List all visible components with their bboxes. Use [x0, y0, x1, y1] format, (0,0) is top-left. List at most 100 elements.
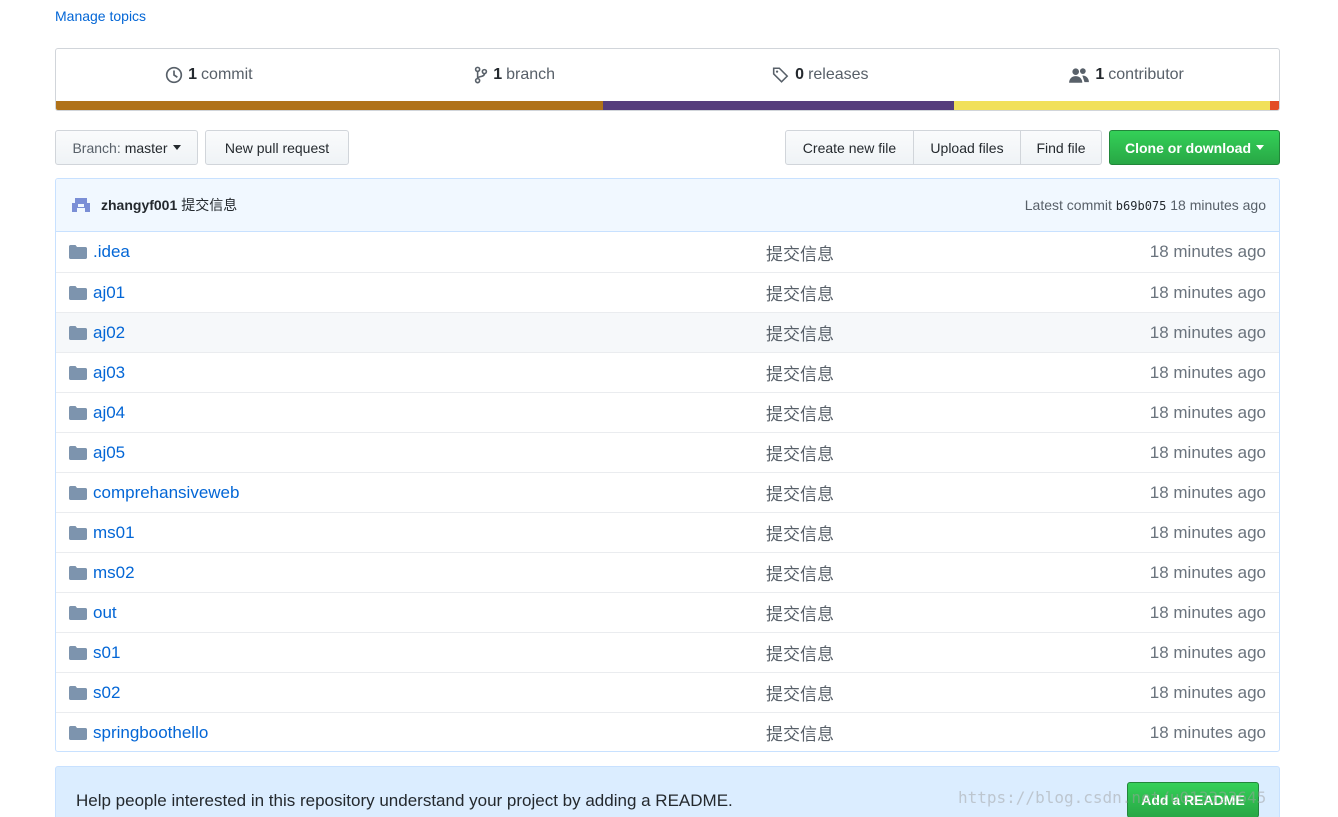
- language-segment[interactable]: [953, 101, 1271, 110]
- file-name-link[interactable]: aj05: [93, 443, 125, 463]
- file-commit-message[interactable]: 提交信息: [766, 400, 834, 425]
- file-age: 18 minutes ago: [1149, 282, 1266, 302]
- file-commit-message[interactable]: 提交信息: [766, 560, 834, 585]
- find-file-button[interactable]: Find file: [1020, 130, 1102, 165]
- file-commit-message[interactable]: 提交信息: [766, 240, 834, 265]
- table-row[interactable]: aj04 提交信息 18 minutes ago: [56, 392, 1279, 432]
- commit-age: 18 minutes ago: [1170, 197, 1266, 213]
- table-row[interactable]: comprehansiveweb 提交信息 18 minutes ago: [56, 472, 1279, 512]
- file-name-link[interactable]: .idea: [93, 242, 130, 262]
- table-row[interactable]: .idea 提交信息 18 minutes ago: [56, 232, 1279, 272]
- commits-number: 1: [188, 66, 198, 83]
- file-commit-message[interactable]: 提交信息: [766, 640, 834, 665]
- language-segment[interactable]: [56, 101, 603, 110]
- releases-label: releases: [808, 66, 869, 83]
- folder-icon: [69, 726, 87, 740]
- latest-commit-label: Latest commit: [1024, 197, 1112, 213]
- file-name-link[interactable]: s02: [93, 683, 120, 703]
- file-commit-message[interactable]: 提交信息: [766, 720, 834, 745]
- file-name-link[interactable]: ms02: [93, 563, 135, 583]
- table-row[interactable]: aj03 提交信息 18 minutes ago: [56, 352, 1279, 392]
- contributors-count[interactable]: 1 contributor: [973, 66, 1279, 84]
- branches-number: 1: [493, 66, 503, 83]
- file-name-link[interactable]: ms01: [93, 523, 135, 543]
- file-age: 18 minutes ago: [1149, 442, 1266, 462]
- create-new-file-button[interactable]: Create new file: [785, 130, 914, 165]
- table-row[interactable]: s02 提交信息 18 minutes ago: [56, 672, 1279, 712]
- file-name-link[interactable]: s01: [93, 643, 120, 663]
- language-segment[interactable]: [1270, 101, 1279, 110]
- file-commit-message[interactable]: 提交信息: [766, 520, 834, 545]
- table-row[interactable]: springboothello 提交信息 18 minutes ago: [56, 712, 1279, 751]
- folder-icon: [69, 366, 87, 380]
- file-rows: .idea 提交信息 18 minutes ago aj01 提交信息 18 minute…: [56, 232, 1279, 751]
- readme-prompt: Help people interested in this repositor…: [55, 766, 1280, 817]
- branches-count[interactable]: 1 branch: [362, 66, 668, 84]
- table-row[interactable]: aj05 提交信息 18 minutes ago: [56, 432, 1279, 472]
- language-segment[interactable]: [602, 101, 954, 110]
- file-commit-message[interactable]: 提交信息: [766, 680, 834, 705]
- file-table: zhangyf001 提交信息 Latest commit b69b075 18…: [55, 178, 1280, 752]
- people-icon: [1069, 68, 1090, 83]
- language-bar[interactable]: [56, 101, 1279, 110]
- folder-icon: [69, 486, 87, 500]
- manage-topics-link[interactable]: Manage topics: [55, 8, 146, 24]
- commit-author[interactable]: zhangyf001: [101, 197, 177, 213]
- add-readme-button[interactable]: Add a README: [1127, 782, 1259, 817]
- table-row[interactable]: s01 提交信息 18 minutes ago: [56, 632, 1279, 672]
- table-row[interactable]: ms01 提交信息 18 minutes ago: [56, 512, 1279, 552]
- file-age: 18 minutes ago: [1149, 362, 1266, 382]
- file-name-link[interactable]: aj02: [93, 323, 125, 343]
- branch-name: master: [124, 139, 168, 156]
- releases-count[interactable]: 0 releases: [668, 66, 974, 84]
- file-age: 18 minutes ago: [1149, 402, 1266, 422]
- table-row[interactable]: out 提交信息 18 minutes ago: [56, 592, 1279, 632]
- table-row[interactable]: aj01 提交信息 18 minutes ago: [56, 272, 1279, 312]
- file-age: 18 minutes ago: [1149, 642, 1266, 662]
- caret-down-icon: [172, 145, 181, 150]
- contributors-number: 1: [1095, 66, 1105, 83]
- file-name-link[interactable]: aj03: [93, 363, 125, 383]
- folder-icon: [69, 245, 87, 259]
- file-commit-message[interactable]: 提交信息: [766, 360, 834, 385]
- clone-or-download-label: Clone or download: [1125, 139, 1251, 156]
- file-name-link[interactable]: aj04: [93, 403, 125, 423]
- caret-down-icon: [1256, 145, 1264, 150]
- commit-sha[interactable]: b69b075: [1116, 199, 1167, 213]
- file-commit-message[interactable]: 提交信息: [766, 320, 834, 345]
- file-commit-message[interactable]: 提交信息: [766, 600, 834, 625]
- file-commit-message[interactable]: 提交信息: [766, 280, 834, 305]
- folder-icon: [69, 326, 87, 340]
- file-age: 18 minutes ago: [1149, 242, 1266, 261]
- commit-tease: zhangyf001 提交信息 Latest commit b69b075 18…: [56, 179, 1279, 232]
- table-row[interactable]: aj02 提交信息 18 minutes ago: [56, 312, 1279, 352]
- folder-icon: [69, 286, 87, 300]
- file-age: 18 minutes ago: [1149, 522, 1266, 542]
- folder-icon: [69, 446, 87, 460]
- file-age: 18 minutes ago: [1149, 482, 1266, 502]
- table-row[interactable]: ms02 提交信息 18 minutes ago: [56, 552, 1279, 592]
- git-branch-icon: [475, 66, 488, 84]
- branch-select-button[interactable]: Branch: master: [55, 130, 198, 165]
- readme-prompt-text: Help people interested in this repositor…: [76, 791, 733, 810]
- new-pull-request-button[interactable]: New pull request: [205, 130, 349, 165]
- file-commit-message[interactable]: 提交信息: [766, 480, 834, 505]
- file-name-link[interactable]: comprehansiveweb: [93, 483, 239, 503]
- folder-icon: [69, 526, 87, 540]
- branches-label: branch: [506, 66, 556, 83]
- file-age: 18 minutes ago: [1149, 322, 1266, 342]
- folder-icon: [69, 686, 87, 700]
- releases-number: 0: [795, 66, 805, 83]
- tag-icon: [773, 67, 789, 83]
- upload-files-button[interactable]: Upload files: [913, 130, 1021, 165]
- commits-label: commit: [201, 66, 253, 83]
- commit-message[interactable]: 提交信息: [181, 195, 237, 215]
- file-name-link[interactable]: springboothello: [93, 723, 208, 743]
- avatar[interactable]: [69, 195, 93, 215]
- file-name-link[interactable]: out: [93, 603, 117, 623]
- commits-count[interactable]: 1 commit: [56, 66, 362, 84]
- clone-or-download-button[interactable]: Clone or download: [1109, 130, 1280, 165]
- file-commit-message[interactable]: 提交信息: [766, 440, 834, 465]
- file-name-link[interactable]: aj01: [93, 283, 125, 303]
- folder-icon: [69, 566, 87, 580]
